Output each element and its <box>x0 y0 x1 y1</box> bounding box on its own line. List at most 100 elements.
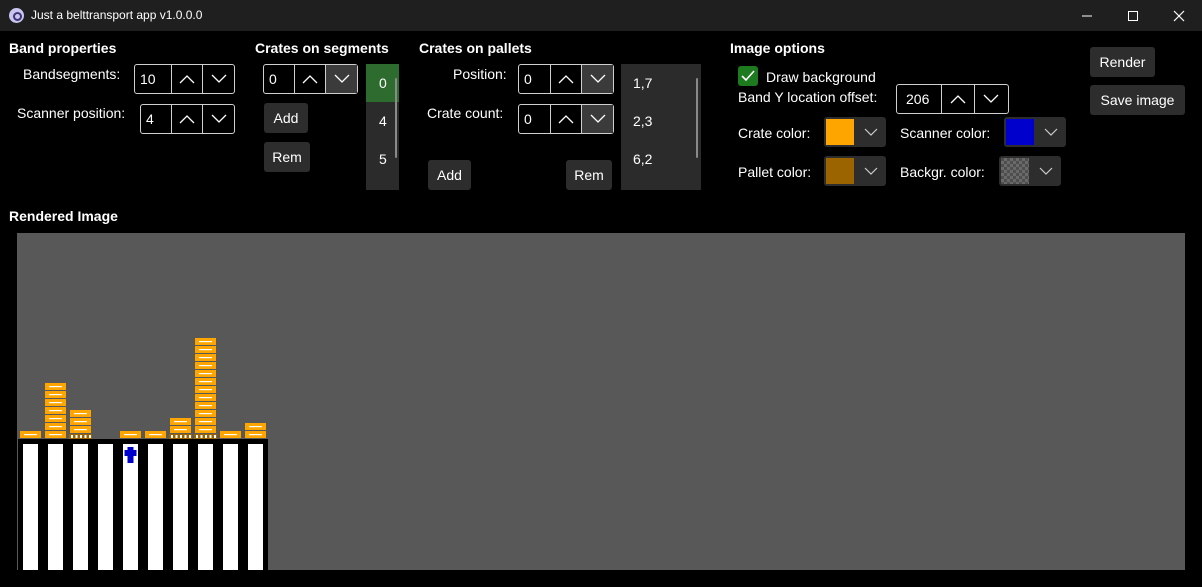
crate-stripe <box>49 394 62 396</box>
chevron-down-icon <box>864 167 878 175</box>
crate-stripe <box>199 389 212 391</box>
rendered-image-canvas <box>17 233 1185 570</box>
crate-stripe <box>199 357 212 359</box>
belt-segment <box>223 444 238 570</box>
pallet-color-swatch <box>826 158 854 184</box>
chevron-up-icon[interactable] <box>170 65 203 93</box>
segment-crate-value[interactable]: 0 <box>264 65 294 93</box>
crate-color-picker[interactable] <box>824 117 886 147</box>
belt-segment <box>23 444 38 570</box>
pallet-position-label: Position: <box>453 66 507 82</box>
crate-stripe <box>199 413 212 415</box>
scanner-head <box>124 450 137 456</box>
segment-add-button[interactable]: Add <box>264 103 308 133</box>
crate-color-label: Crate color: <box>738 125 811 141</box>
chevron-up-icon[interactable] <box>549 105 582 133</box>
crate-stripe <box>149 434 162 436</box>
scanner-position-label: Scanner position: <box>17 105 126 121</box>
bandsegments-stepper[interactable]: 10 <box>134 64 235 94</box>
list-item[interactable]: 1,7 <box>621 64 701 102</box>
crates-on-segments-title: Crates on segments <box>255 40 389 56</box>
close-button[interactable] <box>1156 0 1202 31</box>
chevron-down-icon[interactable] <box>581 105 613 133</box>
crate-count-label: Crate count: <box>427 105 504 121</box>
rendered-image-title: Rendered Image <box>9 208 118 224</box>
close-icon <box>1173 10 1185 21</box>
pallet-color-label: Pallet color: <box>738 164 812 180</box>
crate-stripe <box>174 429 187 431</box>
belt-segment <box>198 444 213 570</box>
scanner-position-value[interactable]: 4 <box>141 105 171 133</box>
band-offset-value[interactable]: 206 <box>897 85 941 113</box>
band-offset-label: Band Y location offset: <box>738 89 878 105</box>
chevron-down-icon[interactable] <box>325 65 357 93</box>
render-button[interactable]: Render <box>1090 47 1155 77</box>
background-color-label: Backgr. color: <box>900 164 985 180</box>
list-item[interactable]: 6,2 <box>621 140 701 178</box>
crate-stripe <box>24 434 37 436</box>
window-title: Just a belttransport app v1.0.0.0 <box>31 8 203 22</box>
segment-list-scrollbar[interactable] <box>395 78 397 158</box>
scanner-position-stepper[interactable]: 4 <box>140 104 235 134</box>
draw-background-checkbox[interactable] <box>738 66 758 86</box>
background-color-picker[interactable] <box>999 156 1061 186</box>
bandsegments-label: Bandsegments: <box>23 66 121 82</box>
pallet-position-value[interactable]: 0 <box>519 65 550 93</box>
pallet-position-stepper[interactable]: 0 <box>518 64 614 94</box>
chevron-down-icon[interactable] <box>202 65 234 93</box>
chevron-down-icon[interactable] <box>974 85 1007 113</box>
crate-stripe <box>49 402 62 404</box>
crate-stripe <box>49 386 62 388</box>
pallet-slat <box>205 435 207 438</box>
pallet-slat <box>75 435 78 438</box>
crate-count-value[interactable]: 0 <box>519 105 550 133</box>
scanner-color-picker[interactable] <box>1004 117 1066 147</box>
chevron-down-icon[interactable] <box>202 105 234 133</box>
crate-stripe <box>199 405 212 407</box>
scanner-color-label: Scanner color: <box>900 125 991 141</box>
chevron-up-icon[interactable] <box>170 105 203 133</box>
belt-segment <box>173 444 188 570</box>
belt-segment <box>98 444 113 570</box>
chevron-up-icon[interactable] <box>549 65 582 93</box>
chevron-down-icon[interactable] <box>581 65 613 93</box>
belt-segment <box>248 444 263 570</box>
crate-stripe <box>199 341 212 343</box>
pallet-add-button[interactable]: Add <box>428 160 471 190</box>
scanner-color-swatch <box>1006 119 1034 145</box>
crate-count-stepper[interactable]: 0 <box>518 104 614 134</box>
image-options-title: Image options <box>730 40 825 56</box>
draw-background-label[interactable]: Draw background <box>766 69 876 85</box>
pallet-slat <box>89 435 91 438</box>
crate-stripe <box>224 434 237 436</box>
chevron-up-icon[interactable] <box>941 85 974 113</box>
list-item[interactable]: 2 <box>366 178 399 190</box>
pallet-slat <box>189 435 191 438</box>
band-offset-stepper[interactable]: 206 <box>896 84 1009 114</box>
list-item[interactable]: 2,3 <box>621 102 701 140</box>
crate-stripe <box>199 429 212 431</box>
pallet-slat <box>196 435 198 438</box>
pallet-color-picker[interactable] <box>824 156 886 186</box>
segment-crate-list[interactable]: 0 4 5 2 <box>366 64 399 190</box>
pallet-slat <box>71 435 73 438</box>
title-bar: Just a belttransport app v1.0.0.0 <box>0 0 1202 31</box>
segment-crate-stepper[interactable]: 0 <box>263 64 358 94</box>
pallet-rem-button[interactable]: Rem <box>566 160 612 190</box>
crate-stripe <box>49 410 62 412</box>
pallet-crate-list[interactable]: 1,7 2,3 6,2 7,12 <box>621 64 701 190</box>
maximize-icon <box>1128 10 1138 21</box>
minimize-button[interactable] <box>1064 0 1110 31</box>
bandsegments-value[interactable]: 10 <box>135 65 171 93</box>
crate-stripe <box>49 426 62 428</box>
pallet-list-scrollbar[interactable] <box>696 78 698 158</box>
crate-stripe <box>49 418 62 420</box>
chevron-up-icon[interactable] <box>293 65 326 93</box>
segment-rem-button[interactable]: Rem <box>264 142 310 172</box>
pallet-slat <box>200 435 203 438</box>
belt-segment <box>148 444 163 570</box>
list-item[interactable]: 7,12 <box>621 178 701 190</box>
maximize-button[interactable] <box>1110 0 1156 31</box>
save-image-button[interactable]: Save image <box>1090 85 1185 115</box>
pallet-slat <box>214 435 216 438</box>
